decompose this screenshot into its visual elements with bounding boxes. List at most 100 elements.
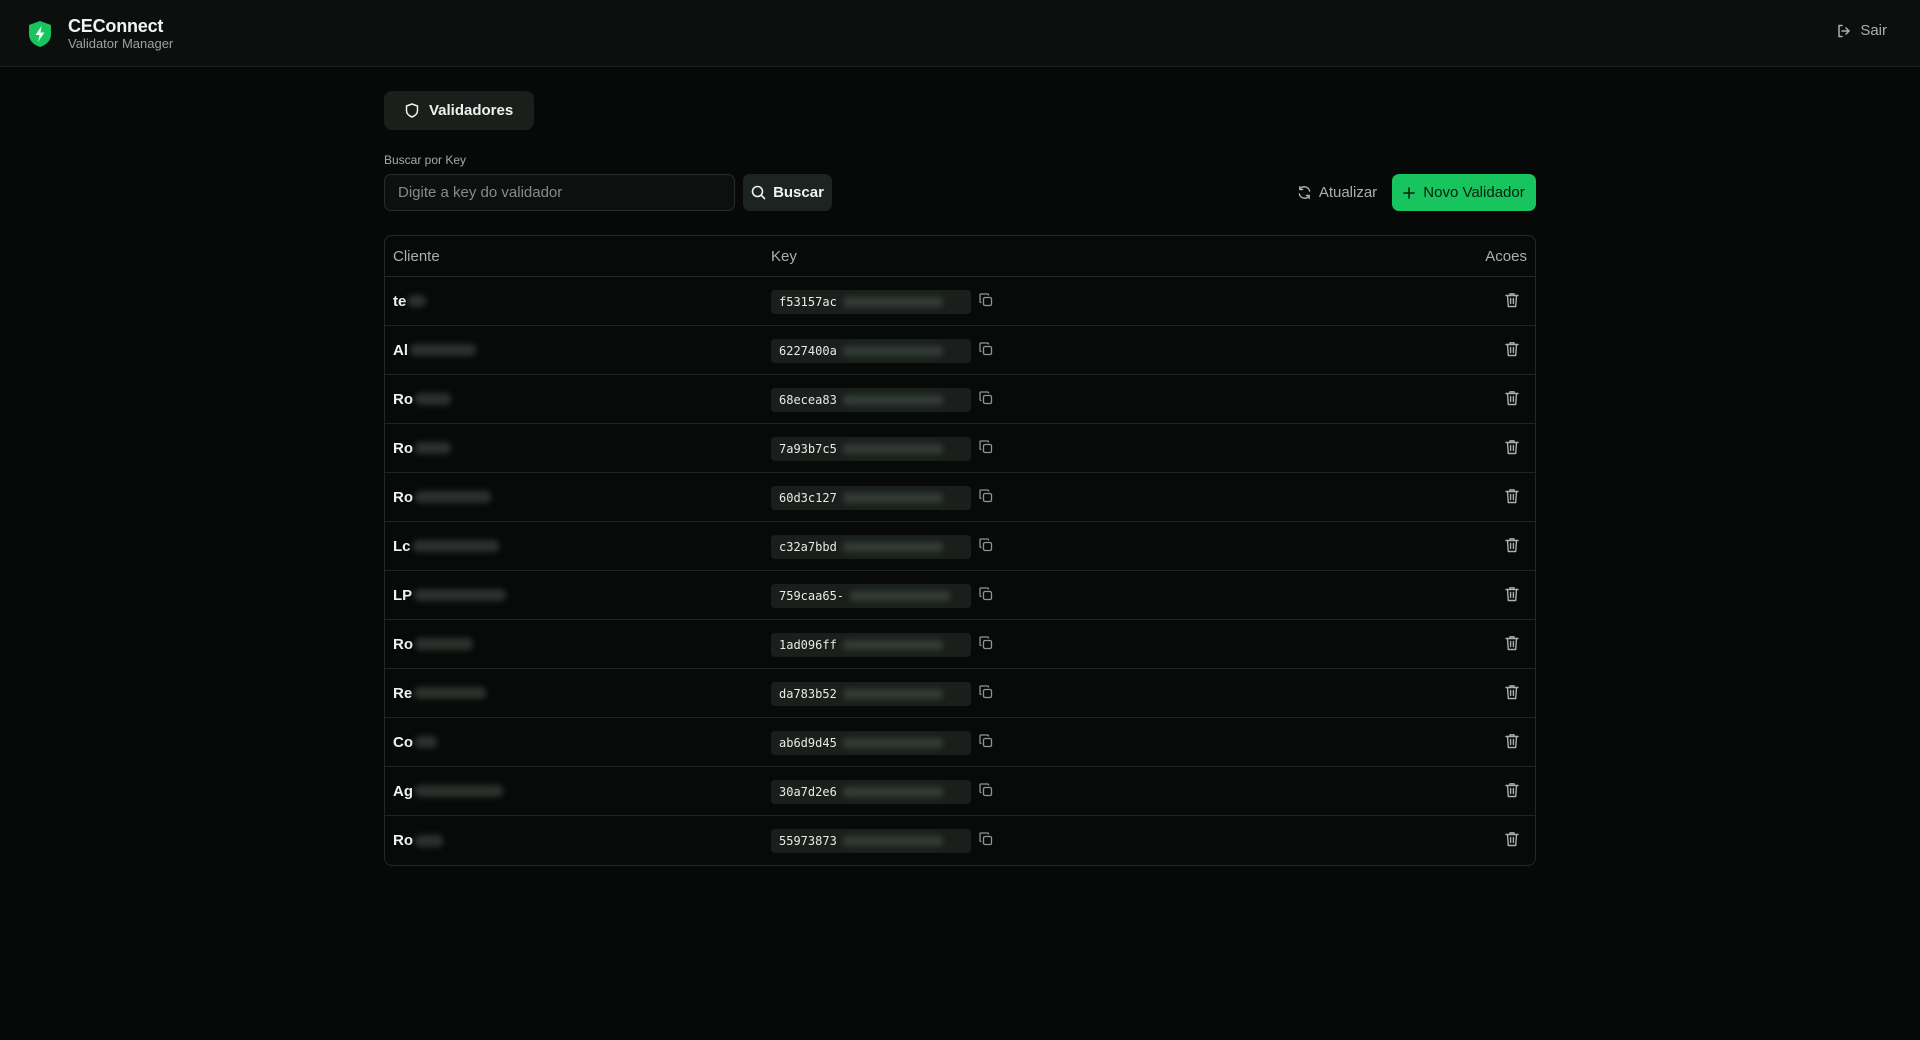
copy-icon[interactable] xyxy=(979,685,993,699)
key-cell: ab6d9d45 xyxy=(771,731,971,755)
tab-validadores[interactable]: Validadores xyxy=(384,91,535,130)
key-value: 68ecea83 xyxy=(779,393,837,407)
trash-icon[interactable] xyxy=(1505,586,1519,602)
search-input[interactable] xyxy=(384,174,735,211)
trash-icon[interactable] xyxy=(1505,292,1519,308)
redacted-key xyxy=(842,689,943,699)
client-name: Lc xyxy=(393,537,411,555)
refresh-label: Atualizar xyxy=(1318,184,1378,201)
client-cell: Ro xyxy=(393,440,451,457)
copy-icon[interactable] xyxy=(979,734,993,748)
redacted-key xyxy=(842,493,943,503)
key-cell: 30a7d2e6 xyxy=(771,780,971,804)
redacted-text xyxy=(415,785,503,797)
key-value: 1ad096ff xyxy=(779,638,837,652)
brand: CEConnect Validator Manager xyxy=(26,16,173,51)
table-row: Al 6227400a xyxy=(385,326,1535,375)
key-value: 6227400a xyxy=(779,344,837,358)
key-value: 55973873 xyxy=(779,834,837,848)
header-client: Cliente xyxy=(393,247,440,265)
redacted-key xyxy=(842,836,943,846)
key-cell: 55973873 xyxy=(771,829,971,853)
client-name: te xyxy=(393,292,407,310)
client-name: Co xyxy=(393,733,413,751)
client-cell: Re xyxy=(393,684,487,702)
new-validator-button[interactable]: Novo Validador xyxy=(1392,174,1536,211)
table-row: Ro 60d3c127 xyxy=(385,473,1535,522)
redacted-text xyxy=(408,295,427,307)
copy-icon[interactable] xyxy=(979,783,993,797)
redacted-text xyxy=(410,344,476,356)
client-cell: Co xyxy=(393,734,437,751)
copy-icon[interactable] xyxy=(979,587,993,601)
copy-icon[interactable] xyxy=(979,342,993,356)
trash-icon[interactable] xyxy=(1505,537,1519,553)
trash-icon[interactable] xyxy=(1505,390,1519,406)
key-cell: f53157ac xyxy=(771,290,971,314)
logout-label: Sair xyxy=(1860,22,1887,39)
redacted-key xyxy=(842,444,943,454)
table-row: Re da783b52 xyxy=(385,669,1535,718)
client-name: Ro xyxy=(393,635,413,653)
search-button-label: Buscar xyxy=(773,184,824,201)
trash-icon[interactable] xyxy=(1505,831,1519,847)
copy-icon[interactable] xyxy=(979,391,993,405)
redacted-text xyxy=(414,589,507,601)
client-cell: te xyxy=(393,292,427,310)
header-key: Key xyxy=(771,247,797,265)
redacted-text xyxy=(415,736,437,748)
redacted-key xyxy=(842,787,943,797)
app-title: CEConnect xyxy=(68,16,164,36)
key-value: da783b52 xyxy=(779,687,837,701)
redacted-key xyxy=(842,395,943,405)
refresh-button[interactable]: Atualizar xyxy=(1292,174,1382,211)
key-value: f53157ac xyxy=(779,295,837,309)
client-name: Re xyxy=(393,684,413,702)
redacted-key xyxy=(850,591,951,601)
redacted-text xyxy=(415,638,473,650)
top-bar: CEConnect Validator Manager Sair xyxy=(0,0,1920,67)
redacted-text xyxy=(412,540,499,552)
trash-icon[interactable] xyxy=(1505,684,1519,700)
copy-icon[interactable] xyxy=(979,538,993,552)
logout-button[interactable]: Sair xyxy=(1836,22,1887,39)
plus-icon xyxy=(1403,186,1416,199)
table-row: Ro 68ecea83 xyxy=(385,375,1535,424)
redacted-key xyxy=(842,542,943,552)
search-button[interactable]: Buscar xyxy=(743,174,832,211)
client-name: Ro xyxy=(393,439,413,457)
redacted-text xyxy=(415,393,451,405)
copy-icon[interactable] xyxy=(979,293,993,307)
redacted-text xyxy=(415,834,443,847)
copy-icon[interactable] xyxy=(979,832,993,846)
key-value: 60d3c127 xyxy=(779,491,837,505)
key-cell: c32a7bbd xyxy=(771,535,971,559)
key-cell: da783b52 xyxy=(771,682,971,706)
table-row: Co ab6d9d45 xyxy=(385,718,1535,767)
trash-icon[interactable] xyxy=(1505,341,1519,357)
key-cell: 7a93b7c5 xyxy=(771,437,971,461)
client-name: Ro xyxy=(393,390,413,408)
search-icon xyxy=(751,185,766,200)
redacted-text xyxy=(415,442,451,454)
key-cell: 68ecea83 xyxy=(771,388,971,412)
copy-icon[interactable] xyxy=(979,440,993,454)
redacted-key xyxy=(842,297,943,307)
new-validator-label: Novo Validador xyxy=(1423,184,1525,201)
copy-icon[interactable] xyxy=(979,636,993,650)
key-value: c32a7bbd xyxy=(779,540,837,554)
trash-icon[interactable] xyxy=(1505,488,1519,504)
key-value: 7a93b7c5 xyxy=(779,442,837,456)
table-row: Ro 7a93b7c5 xyxy=(385,424,1535,473)
trash-icon[interactable] xyxy=(1505,782,1519,798)
trash-icon[interactable] xyxy=(1505,733,1519,749)
key-value: 30a7d2e6 xyxy=(779,785,837,799)
key-value: ab6d9d45 xyxy=(779,736,837,750)
copy-icon[interactable] xyxy=(979,489,993,503)
lightning-shield-icon xyxy=(26,19,54,49)
trash-icon[interactable] xyxy=(1505,439,1519,455)
table-header: Cliente Key Acoes xyxy=(385,236,1535,277)
client-cell: Ro xyxy=(393,489,491,506)
redacted-key xyxy=(842,346,943,356)
trash-icon[interactable] xyxy=(1505,635,1519,651)
